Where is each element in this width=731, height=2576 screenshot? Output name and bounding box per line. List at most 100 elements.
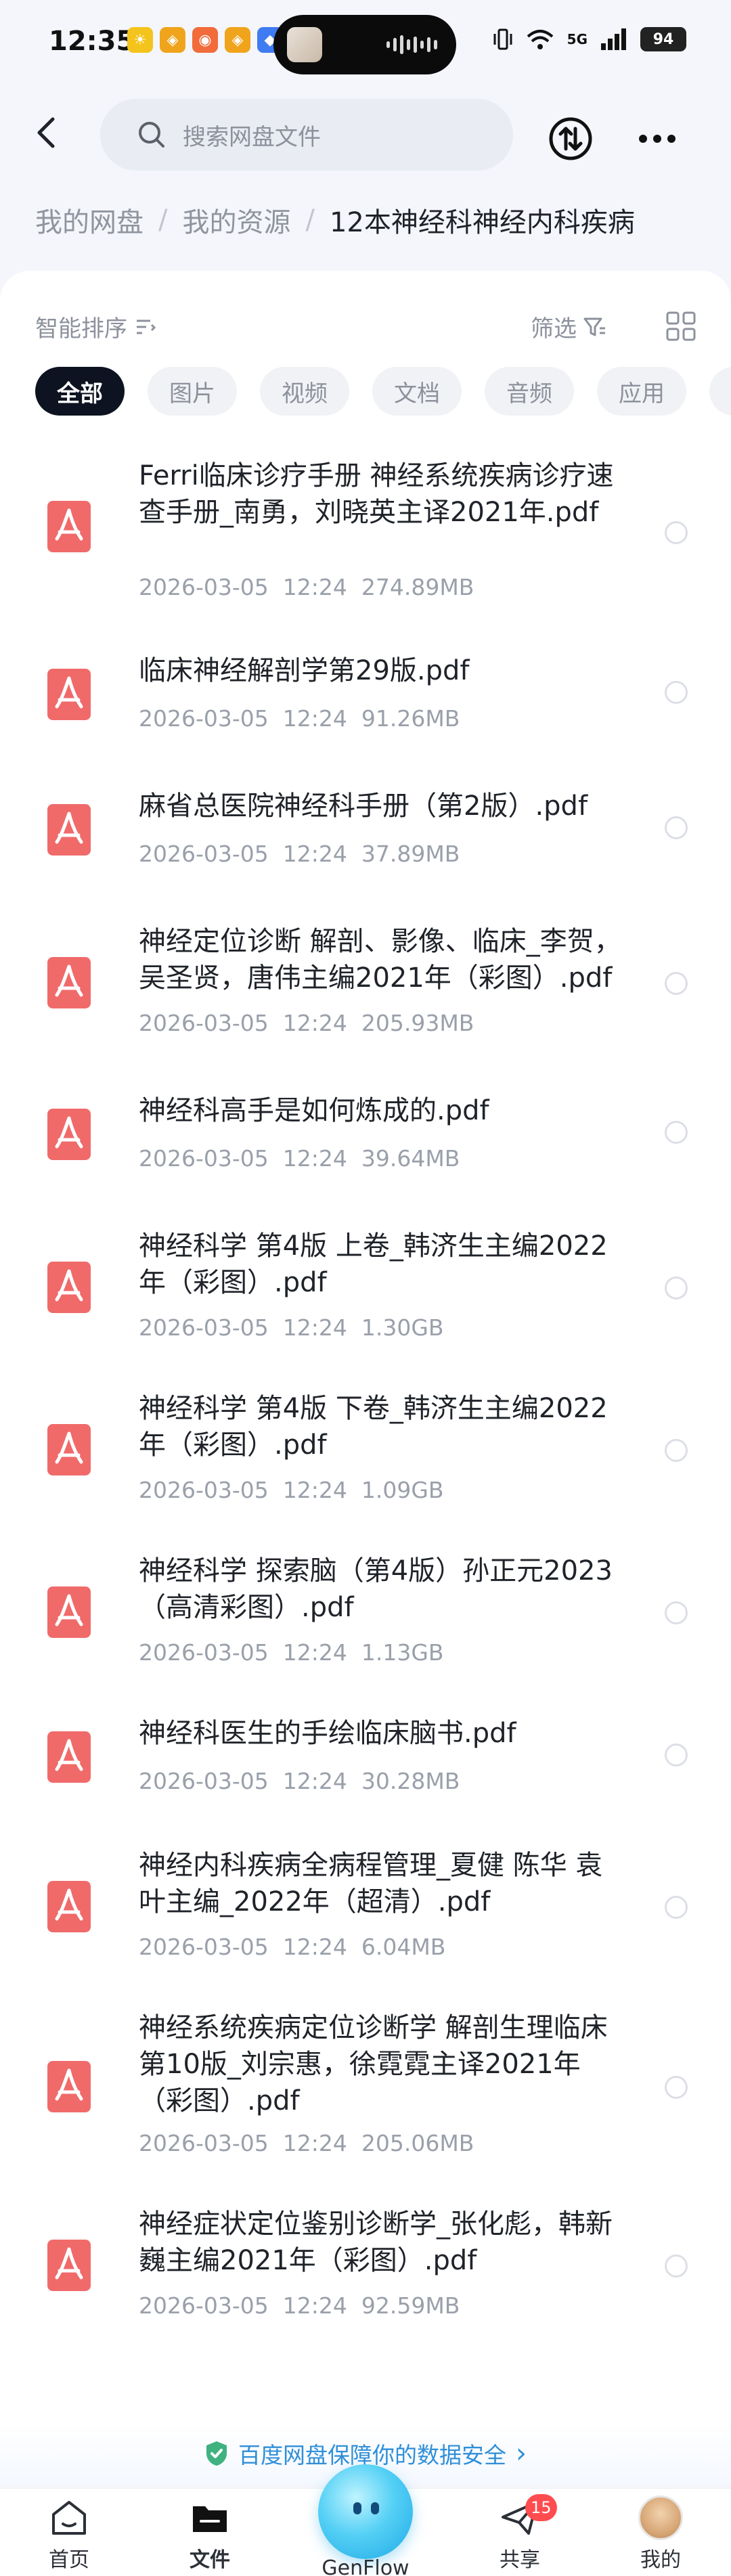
nav-home[interactable]: 首页 [22, 2495, 116, 2573]
select-radio[interactable] [665, 1601, 688, 1624]
search-icon [139, 122, 164, 148]
file-time: 12:24 [282, 1010, 347, 1036]
search-placeholder: 搜索网盘文件 [183, 123, 321, 151]
status-bar: 12:35 ☀ ◈ ◉ ◈ ◆ 5G 94 [0, 0, 731, 88]
pdf-file-icon [47, 1262, 91, 1313]
chip-videos[interactable]: 视频 [260, 367, 349, 416]
grid-view-icon[interactable] [665, 310, 697, 342]
select-radio[interactable] [665, 681, 688, 704]
select-radio[interactable] [665, 2255, 688, 2278]
top-bar: 搜索网盘文件 [0, 88, 731, 183]
genflow-eye [371, 2502, 379, 2514]
file-size: 1.09GB [361, 1477, 444, 1503]
breadcrumb-separator: / [305, 204, 315, 236]
signal-icon [601, 28, 626, 50]
file-size: 37.89MB [361, 841, 460, 867]
wifi-icon [527, 30, 553, 49]
breadcrumb: 我的网盘 / 我的资源 / 12本神经科神经内科疾病 [35, 200, 635, 240]
file-size: 6.04MB [361, 1934, 446, 1960]
select-radio[interactable] [665, 521, 688, 544]
file-meta: 2026-03-05 12:24 92.59MB [139, 2292, 460, 2319]
select-radio[interactable] [665, 1276, 688, 1300]
sort-icon [137, 319, 156, 334]
file-row[interactable]: 神经症状定位鉴别诊断学_张化彪，韩新巍主编2021年（彩图）.pdf 2026-… [0, 2203, 731, 2332]
file-time: 12:24 [282, 574, 347, 600]
file-row[interactable]: 神经科高手是如何炼成的.pdf 2026-03-05 12:24 39.64MB [0, 1090, 731, 1184]
chip-audio[interactable]: 音频 [485, 367, 574, 416]
chip-images[interactable]: 图片 [148, 367, 237, 416]
breadcrumb-my-resources[interactable]: 我的资源 [182, 200, 290, 240]
file-date: 2026-03-05 [139, 1639, 269, 1666]
media-thumbnail [287, 27, 322, 62]
file-row[interactable]: 神经科学 第4版 下卷_韩济生主编2022年（彩图）.pdf 2026-03-0… [0, 1387, 731, 1516]
file-date: 2026-03-05 [139, 1145, 269, 1172]
file-date: 2026-03-05 [139, 1934, 269, 1960]
file-date: 2026-03-05 [139, 1010, 269, 1036]
filter-label: 筛选 [531, 315, 577, 342]
vibrate-icon [493, 28, 512, 50]
file-meta: 2026-03-05 12:24 39.64MB [139, 1145, 460, 1172]
pdf-file-icon [47, 501, 91, 552]
nav-profile[interactable]: 我的 [613, 2495, 708, 2573]
file-meta: 2026-03-05 12:24 6.04MB [139, 1934, 445, 1960]
app-notification-icon: ◈ [225, 27, 250, 53]
file-name: 临床神经解剖学第29版.pdf [139, 655, 470, 686]
file-size: 205.93MB [361, 1010, 474, 1036]
nav-share[interactable]: 15 共享 [472, 2494, 567, 2573]
file-time: 12:24 [282, 1314, 347, 1341]
genflow-eye [353, 2502, 361, 2514]
nav-share-label: 共享 [500, 2548, 540, 2572]
chip-bt[interactable]: BT [709, 367, 731, 416]
select-radio[interactable] [665, 1439, 688, 1462]
breadcrumb-current-folder: 12本神经科神经内科疾病 [329, 207, 635, 238]
transfer-icon[interactable] [547, 115, 594, 162]
file-size: 92.59MB [361, 2292, 460, 2319]
nav-genflow-label[interactable]: GenFlow [318, 2556, 413, 2576]
select-radio[interactable] [665, 972, 688, 995]
alarm-icon: ☀ [127, 27, 153, 53]
shield-icon [206, 2441, 227, 2466]
chip-apps[interactable]: 应用 [597, 367, 686, 416]
select-radio[interactable] [665, 1744, 688, 1767]
file-row[interactable]: Ferri临床诊疗手册 神经系统疾病诊疗速查手册_南勇，刘晓英主译2021年.p… [0, 453, 731, 616]
back-arrow-icon[interactable] [27, 112, 68, 153]
file-row[interactable]: 神经科学 第4版 上卷_韩济生主编2022年（彩图）.pdf 2026-03-0… [0, 1225, 731, 1354]
file-row[interactable]: 麻省总医院神经科手册（第2版）.pdf 2026-03-05 12:24 37.… [0, 785, 731, 880]
file-date: 2026-03-05 [139, 841, 269, 867]
nav-profile-label: 我的 [640, 2548, 681, 2572]
select-radio[interactable] [665, 1896, 688, 1919]
genflow-assistant-icon[interactable] [318, 2464, 413, 2559]
chip-all[interactable]: 全部 [35, 367, 125, 416]
file-name: 神经科高手是如何炼成的.pdf [139, 1095, 489, 1126]
breadcrumb-separator: / [158, 204, 168, 236]
filter-button[interactable]: 筛选 [531, 310, 606, 343]
pdf-file-icon [47, 1881, 91, 1932]
pdf-file-icon [47, 1731, 91, 1783]
bottom-navigation: 首页 文件 GenFlow 15 共享 我的 [0, 2464, 731, 2576]
file-size: 39.64MB [361, 1145, 460, 1172]
breadcrumb-my-drive[interactable]: 我的网盘 [35, 200, 143, 240]
select-radio[interactable] [665, 2076, 688, 2099]
more-options-icon[interactable] [634, 115, 681, 162]
file-row[interactable]: 神经内科疾病全病程管理_夏健 陈华 袁叶主编_2022年（超清）.pdf 202… [0, 1844, 731, 1973]
file-row[interactable]: 神经科学 探索脑（第4版）孙正元2023（高清彩图）.pdf 2026-03-0… [0, 1550, 731, 1679]
file-meta: 2026-03-05 12:24 91.26MB [139, 705, 460, 732]
dynamic-island[interactable] [273, 15, 456, 74]
file-row[interactable]: 神经定位诊断 解剖、影像、临床_李贺，吴圣贤，唐伟主编2021年（彩图）.pdf… [0, 920, 731, 1049]
pdf-file-icon [47, 957, 91, 1008]
file-row[interactable]: 临床神经解剖学第29版.pdf 2026-03-05 12:24 91.26MB [0, 650, 731, 745]
select-radio[interactable] [665, 816, 688, 839]
file-meta: 2026-03-05 12:24 205.93MB [139, 1010, 474, 1036]
file-meta: 2026-03-05 12:24 274.89MB [139, 574, 474, 600]
select-radio[interactable] [665, 1121, 688, 1144]
chip-documents[interactable]: 文档 [372, 367, 462, 416]
file-row[interactable]: 神经系统疾病定位诊断学 解剖生理临床 第10版_刘宗惠，徐霓霓主译2021年（彩… [0, 2007, 731, 2169]
file-row[interactable]: 神经科医生的手绘临床脑书.pdf 2026-03-05 12:24 30.28M… [0, 1712, 731, 1807]
nav-files[interactable]: 文件 [162, 2495, 257, 2573]
sort-button[interactable]: 智能排序 [35, 310, 157, 343]
file-size: 91.26MB [361, 705, 460, 732]
pdf-file-icon [47, 1586, 91, 1638]
nav-home-label: 首页 [49, 2548, 89, 2572]
file-meta: 2026-03-05 12:24 1.13GB [139, 1639, 444, 1666]
search-bar[interactable]: 搜索网盘文件 [100, 99, 513, 171]
